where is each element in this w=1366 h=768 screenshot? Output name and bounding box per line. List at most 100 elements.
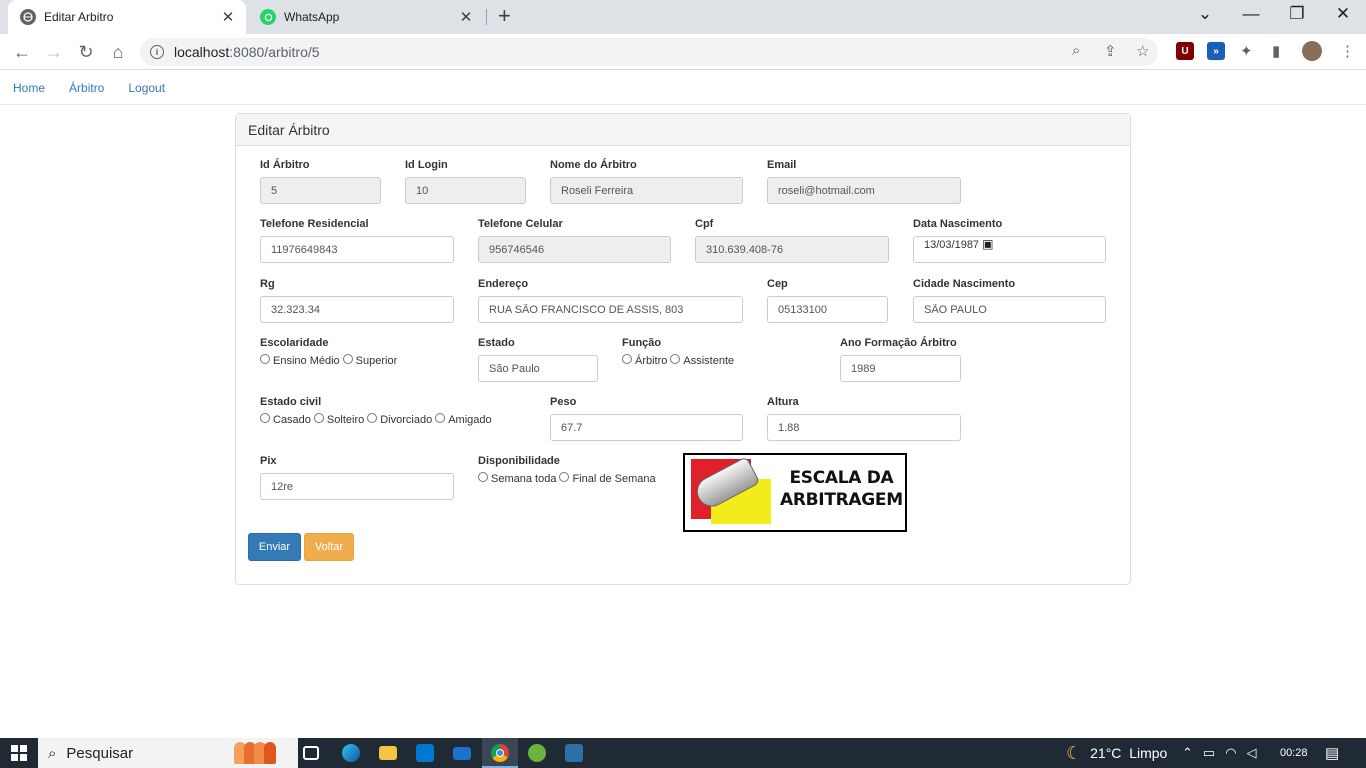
browser-toolbar: ← → ↻ ⌂ i localhost:8080/arbitro/5 ⌕ ⇪ ☆… — [0, 34, 1366, 70]
people-illustration-icon — [234, 742, 276, 768]
address-bar[interactable]: i localhost:8080/arbitro/5 — [140, 38, 1158, 66]
label-ano-formacao: Ano Formação Árbitro — [840, 337, 957, 349]
close-window-icon[interactable]: ✕ — [1320, 4, 1366, 24]
chrome-taskbar-button[interactable] — [482, 738, 518, 768]
radio-casado[interactable] — [260, 413, 270, 423]
wifi-icon[interactable]: ◠ — [1225, 745, 1236, 761]
funcao-radio-group: Árbitro Assistente — [622, 354, 737, 367]
nav-home-link[interactable]: Home — [13, 81, 45, 95]
peso-input[interactable] — [550, 414, 743, 441]
site-info-icon[interactable]: i — [150, 45, 164, 59]
edge-icon[interactable] — [342, 744, 360, 762]
back-icon[interactable]: ← — [10, 40, 34, 64]
weather-widget[interactable]: ☾ 21°C Limpo — [1066, 738, 1167, 768]
label-estado: Estado — [478, 337, 515, 349]
chevron-up-icon[interactable]: ⌃ — [1182, 745, 1193, 761]
radio-assistente[interactable] — [670, 354, 681, 364]
browser-tabstrip: Editar Arbitro ✕ WhatsApp ✕ + ⌄ — ❐ ✕ — [0, 0, 1366, 34]
notifications-icon[interactable]: ▤ — [1325, 738, 1339, 768]
pix-input[interactable] — [260, 473, 454, 500]
data-nascimento-input[interactable]: 13/03/1987 ▣ — [913, 236, 1106, 263]
radio-label: Semana toda — [491, 473, 557, 485]
ublock-extension-icon[interactable]: U — [1176, 42, 1194, 60]
task-view-icon[interactable] — [303, 746, 319, 760]
label-cidade-nascimento: Cidade Nascimento — [913, 278, 1016, 290]
tab-whatsapp[interactable]: WhatsApp ✕ — [248, 0, 484, 34]
file-explorer-icon[interactable] — [379, 746, 397, 760]
rg-input[interactable] — [260, 296, 454, 323]
radio-semana-toda[interactable] — [478, 472, 488, 482]
clock[interactable]: 00:28 — [1280, 738, 1308, 768]
forward-icon[interactable]: → — [42, 40, 66, 64]
spring-tool-icon[interactable] — [528, 744, 546, 762]
cidade-nascimento-input[interactable] — [913, 296, 1106, 323]
whatsapp-icon — [260, 9, 276, 25]
telefone-residencial-input[interactable] — [260, 236, 454, 263]
bookmark-star-icon[interactable]: ☆ — [1136, 42, 1149, 60]
tab-search-icon[interactable]: ⌄ — [1182, 4, 1228, 24]
id-arbitro-input[interactable] — [260, 177, 381, 204]
nav-logout-link[interactable]: Logout — [128, 81, 165, 95]
field-endereco: Endereço — [478, 278, 743, 323]
radio-superior[interactable] — [342, 354, 353, 364]
label-funcao: Função — [622, 337, 662, 349]
radio-solteiro[interactable] — [313, 413, 324, 423]
radio-amigado[interactable] — [435, 413, 446, 423]
home-icon[interactable]: ⌂ — [106, 40, 130, 64]
restore-icon[interactable]: ❐ — [1274, 4, 1320, 24]
label-peso: Peso — [550, 396, 577, 408]
field-cpf: Cpf — [695, 218, 889, 263]
store-icon[interactable] — [416, 744, 434, 762]
side-panel-icon[interactable]: ▮ — [1272, 42, 1280, 60]
altura-input[interactable] — [767, 414, 961, 441]
share-icon[interactable]: ⇪ — [1104, 42, 1117, 60]
ano-formacao-input[interactable] — [840, 355, 961, 382]
radio-divorciado[interactable] — [367, 413, 378, 423]
minimize-icon[interactable]: — — [1228, 4, 1274, 24]
radio-final-de-semana[interactable] — [559, 472, 570, 482]
email-input[interactable] — [767, 177, 961, 204]
url-host: localhost — [174, 44, 230, 60]
tab-editar-arbitro[interactable]: Editar Arbitro ✕ — [8, 0, 246, 34]
close-tab-icon[interactable]: ✕ — [220, 8, 236, 26]
field-telefone-residencial: Telefone Residencial — [260, 218, 454, 263]
cpf-input[interactable] — [695, 236, 889, 263]
estado-civil-radio-group: Casado Solteiro Divorciado Amigado — [260, 413, 495, 426]
close-tab-icon[interactable]: ✕ — [458, 8, 474, 26]
endereco-input[interactable] — [478, 296, 743, 323]
id-login-input[interactable] — [405, 177, 526, 204]
label-data-nascimento: Data Nascimento — [913, 218, 1003, 230]
calendar-icon[interactable]: ▣ — [982, 237, 993, 251]
extension-icon[interactable]: » — [1207, 42, 1225, 60]
field-ano-formacao: Ano Formação Árbitro — [840, 337, 961, 382]
radio-label: Casado — [273, 414, 311, 426]
windows-start-icon[interactable] — [11, 745, 27, 761]
profile-avatar[interactable] — [1302, 41, 1322, 61]
nav-arbitro-link[interactable]: Árbitro — [69, 81, 104, 95]
reload-icon[interactable]: ↻ — [74, 40, 98, 64]
enviar-button[interactable]: Enviar — [248, 533, 301, 561]
menu-kebab-icon[interactable]: ⋮ — [1340, 42, 1355, 60]
estado-input[interactable] — [478, 355, 598, 382]
globe-icon — [20, 9, 36, 25]
telefone-celular-input[interactable] — [478, 236, 671, 263]
radio-label: Final de Semana — [572, 473, 656, 485]
logo-line2: ARBITRAGEM — [780, 490, 903, 510]
nome-input[interactable] — [550, 177, 743, 204]
radio-label: Assistente — [683, 355, 735, 367]
radio-arbitro[interactable] — [622, 354, 632, 364]
label-estado-civil: Estado civil — [260, 396, 322, 408]
zoom-icon[interactable]: ⌕ — [1072, 42, 1080, 59]
app-window-icon[interactable] — [565, 744, 583, 762]
new-tab-icon[interactable]: + — [498, 5, 511, 27]
volume-icon[interactable]: ◁ — [1247, 745, 1257, 761]
battery-icon[interactable]: ▭ — [1203, 745, 1215, 761]
voltar-button[interactable]: Voltar — [304, 533, 354, 561]
mail-icon[interactable] — [453, 747, 471, 760]
field-escolaridade: Escolaridade Ensino Médio Superior — [260, 337, 400, 367]
field-email: Email — [767, 159, 961, 204]
cep-input[interactable] — [767, 296, 888, 323]
extensions-puzzle-icon[interactable]: ✦ — [1240, 42, 1253, 60]
tab-title: WhatsApp — [284, 10, 340, 24]
radio-ensino-medio[interactable] — [260, 354, 270, 364]
